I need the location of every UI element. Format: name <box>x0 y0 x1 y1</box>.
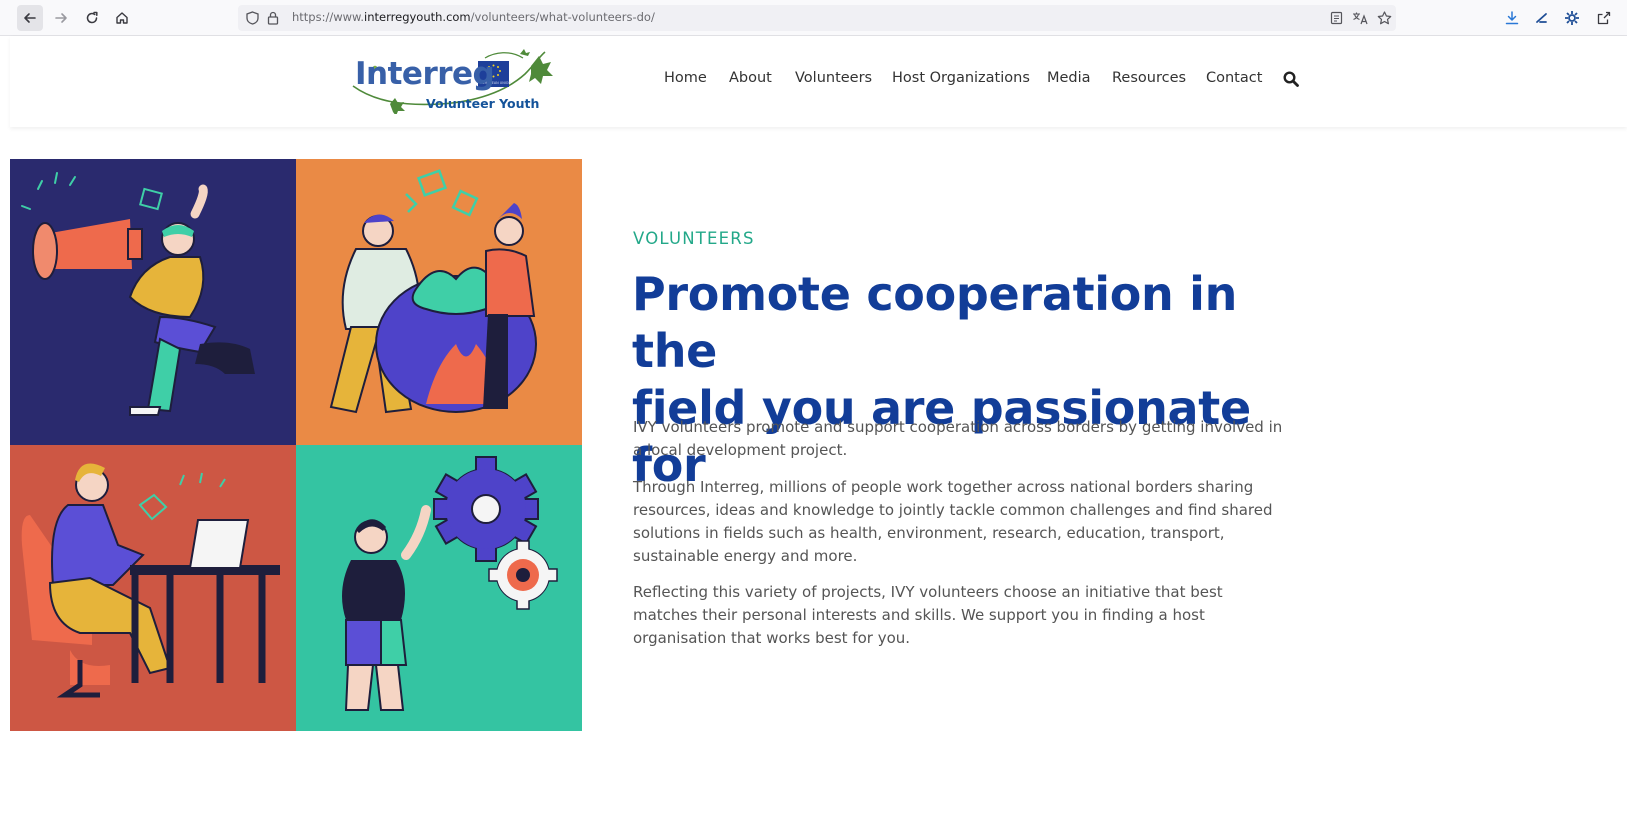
back-button[interactable] <box>17 5 43 31</box>
url-text[interactable]: https://www.interregyouth.com/volunteers… <box>292 10 655 24</box>
forward-arrow-icon <box>55 13 67 23</box>
share-button[interactable] <box>1592 5 1616 31</box>
nav-media[interactable]: Media <box>1047 70 1091 86</box>
illustration-cauldron <box>296 159 582 445</box>
illustration-megaphone <box>10 159 296 445</box>
reload-icon <box>86 11 98 24</box>
shield-icon <box>246 11 259 25</box>
headline-line-1: Promote cooperation in the <box>632 267 1238 378</box>
extension-icon <box>1536 13 1547 23</box>
bookmark-button[interactable] <box>1372 5 1396 31</box>
reader-view-icon <box>1330 11 1342 25</box>
translate-icon <box>1353 12 1368 25</box>
interreg-paragraph: Through Interreg, millions of people wor… <box>633 478 1273 565</box>
url-domain: interregyouth.com <box>364 10 471 24</box>
reader-view-button[interactable] <box>1324 5 1348 31</box>
browser-toolbar: https://www.interregyouth.com/volunteers… <box>0 0 1627 36</box>
home-icon <box>116 12 128 24</box>
reload-button[interactable] <box>79 5 105 31</box>
share-icon <box>1597 11 1611 25</box>
nav-about[interactable]: About <box>729 70 772 86</box>
nav-volunteers[interactable]: Volunteers <box>795 70 872 86</box>
forward-button[interactable] <box>48 5 74 31</box>
bookmark-star-icon <box>1377 11 1391 25</box>
url-path: /volunteers/what-volunteers-do/ <box>470 10 655 24</box>
back-arrow-icon <box>24 13 36 23</box>
site-search-button[interactable] <box>1283 71 1299 91</box>
nav-contact[interactable]: Contact <box>1206 70 1262 86</box>
section-eyebrow: VOLUNTEERS <box>633 229 755 248</box>
nav-resources[interactable]: Resources <box>1112 70 1186 86</box>
settings-extension-button[interactable] <box>1560 5 1584 31</box>
intro-paragraph: IVY volunteers promote and support coope… <box>633 418 1283 459</box>
search-icon <box>1283 71 1299 87</box>
variety-paragraph: Reflecting this variety of projects, IVY… <box>633 583 1223 647</box>
home-button[interactable] <box>109 5 135 31</box>
nav-host-organizations[interactable]: Host Organizations <box>892 70 1030 86</box>
illustration-gears <box>296 445 582 731</box>
logo-wordmark: Interreg <box>355 56 495 92</box>
site-logo[interactable]: EUROPEAN UNION Interreg Volunteer Youth <box>345 44 565 114</box>
illustration-laptop <box>10 445 296 731</box>
extension-button[interactable] <box>1530 5 1554 31</box>
nav-home[interactable]: Home <box>664 70 707 86</box>
logo-subtitle: Volunteer Youth <box>426 96 540 111</box>
url-prefix: https://www. <box>292 10 365 24</box>
settings-gear-icon <box>1565 11 1579 25</box>
translate-button[interactable] <box>1348 5 1372 31</box>
downloads-button[interactable] <box>1500 5 1524 31</box>
address-bar[interactable]: https://www.interregyouth.com/volunteers… <box>238 5 1396 31</box>
download-icon <box>1505 11 1519 25</box>
lock-icon <box>267 11 279 25</box>
